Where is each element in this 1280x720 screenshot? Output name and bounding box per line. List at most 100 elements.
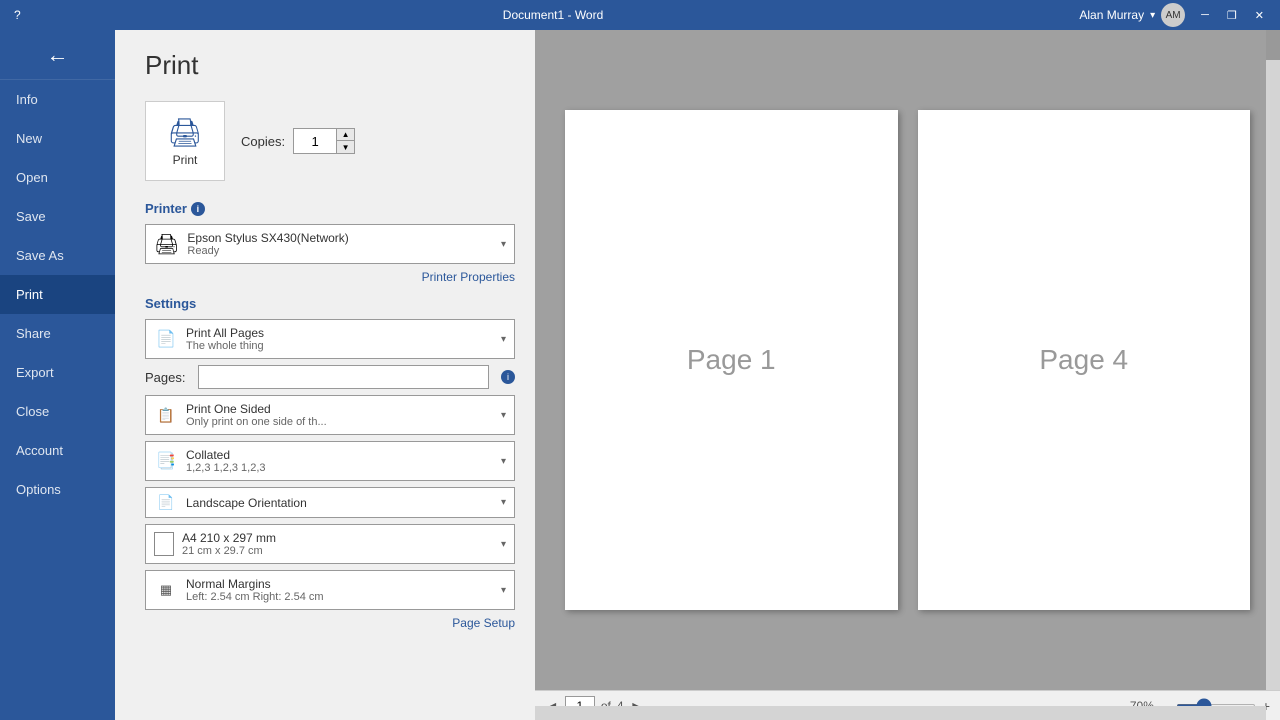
- user-chevron[interactable]: ▾: [1150, 10, 1155, 21]
- sidebar-item-open[interactable]: Open: [0, 158, 115, 197]
- pages-dropdown-sub: The whole thing: [186, 340, 501, 352]
- collated-dropdown-info: Collated 1,2,3 1,2,3 1,2,3: [186, 448, 501, 474]
- sidebar-item-saveas[interactable]: Save As: [0, 236, 115, 275]
- app-body: ← Info New Open Save Save As Print Share…: [0, 30, 1280, 720]
- title-bar-title: Document1 - Word: [27, 8, 1080, 22]
- pages-row: Pages: i: [145, 365, 515, 389]
- preview-pages: Page 1 Page 4: [535, 30, 1280, 690]
- papersize-dropdown[interactable]: A4 210 x 297 mm 21 cm x 29.7 cm ▾: [145, 524, 515, 564]
- margins-icon: ▦: [154, 582, 178, 598]
- printer-info-icon[interactable]: i: [191, 202, 205, 216]
- printer-dropdown-icon: 🖨: [154, 232, 179, 257]
- restore-button[interactable]: ❐: [1219, 7, 1245, 24]
- pages-dropdown-main: Print All Pages: [186, 326, 501, 340]
- papersize-main: A4 210 x 297 mm: [182, 531, 501, 545]
- printer-info: Epson Stylus SX430(Network) Ready: [187, 231, 501, 257]
- pages-label: Pages:: [145, 370, 190, 385]
- title-bar-left: ?: [8, 6, 27, 24]
- copies-down-button[interactable]: ▼: [336, 141, 354, 153]
- copies-input-wrap: ▲ ▼: [293, 128, 355, 154]
- sides-dropdown[interactable]: 📋 Print One Sided Only print on one side…: [145, 395, 515, 435]
- printer-properties-link[interactable]: Printer Properties: [145, 270, 515, 284]
- collated-dropdown-icon: 📑: [154, 451, 178, 471]
- sidebar: ← Info New Open Save Save As Print Share…: [0, 30, 115, 720]
- orientation-arrow: ▾: [501, 497, 506, 508]
- title-bar-user: Alan Murray ▾ AM: [1079, 3, 1185, 27]
- help-button[interactable]: ?: [8, 6, 27, 24]
- papersize-info: A4 210 x 297 mm 21 cm x 29.7 cm: [182, 531, 501, 557]
- sides-dropdown-arrow: ▾: [501, 410, 506, 421]
- title-bar: ? Document1 - Word Alan Murray ▾ AM ─ ❐ …: [0, 0, 1280, 30]
- collated-dropdown-sub: 1,2,3 1,2,3 1,2,3: [186, 462, 501, 474]
- sidebar-item-save[interactable]: Save: [0, 197, 115, 236]
- sidebar-back-button[interactable]: ←: [0, 30, 115, 80]
- close-button[interactable]: ✕: [1247, 7, 1272, 24]
- sidebar-item-new[interactable]: New: [0, 119, 115, 158]
- print-panel: Print 🖨 Print Copies: ▲ ▼: [115, 30, 535, 720]
- content-area: Print 🖨 Print Copies: ▲ ▼: [115, 30, 1280, 720]
- print-btn-section: 🖨 Print Copies: ▲ ▼: [145, 101, 515, 181]
- orientation-icon: 📄: [154, 494, 178, 511]
- page-preview-1: Page 1: [565, 110, 898, 610]
- sidebar-item-export[interactable]: Export: [0, 353, 115, 392]
- pages-dropdown-arrow: ▾: [501, 334, 506, 345]
- back-icon: ←: [47, 42, 69, 68]
- minimize-button[interactable]: ─: [1193, 7, 1217, 24]
- sidebar-item-share[interactable]: Share: [0, 314, 115, 353]
- sidebar-item-info[interactable]: Info: [0, 80, 115, 119]
- preview-scrollbar-bottom[interactable]: [535, 706, 1266, 720]
- sidebar-item-account[interactable]: Account: [0, 431, 115, 470]
- papersize-arrow: ▾: [501, 539, 506, 550]
- sides-dropdown-sub: Only print on one side of th...: [186, 416, 501, 428]
- pages-input[interactable]: [198, 365, 489, 389]
- collated-dropdown[interactable]: 📑 Collated 1,2,3 1,2,3 1,2,3 ▾: [145, 441, 515, 481]
- sides-dropdown-info: Print One Sided Only print on one side o…: [186, 402, 501, 428]
- collated-dropdown-arrow: ▾: [501, 456, 506, 467]
- printer-dropdown[interactable]: 🖨 Epson Stylus SX430(Network) Ready ▾: [145, 224, 515, 264]
- pages-dropdown-info: Print All Pages The whole thing: [186, 326, 501, 352]
- printer-section-label: Printer i: [145, 201, 515, 216]
- page-preview-2: Page 4: [918, 110, 1251, 610]
- orientation-main: Landscape Orientation: [186, 496, 501, 510]
- settings-section-label: Settings: [145, 296, 515, 311]
- pages-dropdown-icon: 📄: [154, 329, 178, 349]
- sidebar-item-print[interactable]: Print: [0, 275, 115, 314]
- preview-scrollbar-right[interactable]: [1266, 30, 1280, 690]
- printer-status: Ready: [187, 245, 501, 257]
- sidebar-item-close[interactable]: Close: [0, 392, 115, 431]
- sidebar-item-options[interactable]: Options: [0, 470, 115, 509]
- page-setup-link[interactable]: Page Setup: [145, 616, 515, 630]
- copies-section: Copies: ▲ ▼: [241, 128, 355, 154]
- title-bar-controls: ─ ❐ ✕: [1193, 7, 1272, 24]
- print-title: Print: [145, 50, 515, 81]
- orientation-dropdown[interactable]: 📄 Landscape Orientation ▾: [145, 487, 515, 518]
- margins-dropdown[interactable]: ▦ Normal Margins Left: 2.54 cm Right: 2.…: [145, 570, 515, 610]
- copies-up-button[interactable]: ▲: [336, 129, 354, 141]
- margins-arrow: ▾: [501, 585, 506, 596]
- copies-spinners: ▲ ▼: [336, 129, 354, 153]
- sides-dropdown-main: Print One Sided: [186, 402, 501, 416]
- username-label: Alan Murray: [1079, 8, 1144, 22]
- orientation-info: Landscape Orientation: [186, 496, 501, 510]
- sides-dropdown-icon: 📋: [154, 407, 178, 424]
- avatar: AM: [1161, 3, 1185, 27]
- copies-input[interactable]: [294, 129, 336, 153]
- preview-area: Page 1 Page 4 ◄ of 4 ► 70% ─: [535, 30, 1280, 720]
- page-1-label: Page 1: [687, 344, 776, 376]
- print-button-label: Print: [173, 153, 198, 167]
- print-icon: 🖨: [167, 116, 203, 149]
- margins-info: Normal Margins Left: 2.54 cm Right: 2.54…: [186, 577, 501, 603]
- copies-label: Copies:: [241, 134, 285, 149]
- collated-dropdown-main: Collated: [186, 448, 501, 462]
- printer-name: Epson Stylus SX430(Network): [187, 231, 501, 245]
- papersize-sub: 21 cm x 29.7 cm: [182, 545, 501, 557]
- page-2-label: Page 4: [1039, 344, 1128, 376]
- print-button[interactable]: 🖨 Print: [145, 101, 225, 181]
- pages-info-icon[interactable]: i: [501, 370, 515, 384]
- preview-scroll-thumb-right[interactable]: [1266, 30, 1280, 60]
- printer-dropdown-arrow: ▾: [501, 239, 506, 250]
- margins-sub: Left: 2.54 cm Right: 2.54 cm: [186, 591, 501, 603]
- papersize-icon: [154, 532, 174, 556]
- print-pages-dropdown[interactable]: 📄 Print All Pages The whole thing ▾: [145, 319, 515, 359]
- margins-main: Normal Margins: [186, 577, 501, 591]
